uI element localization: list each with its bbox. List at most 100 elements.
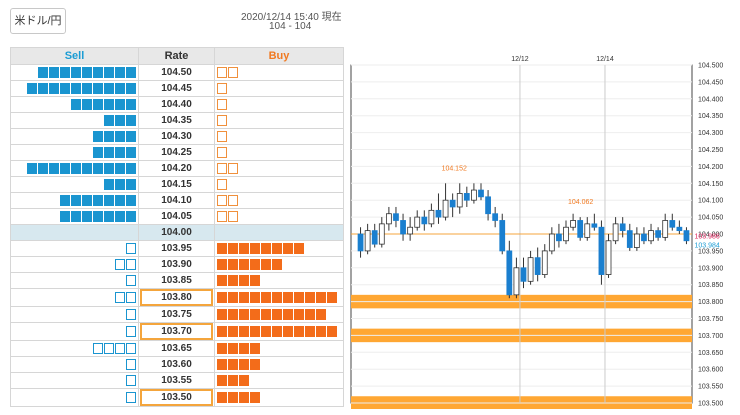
buy-cell [214, 160, 344, 177]
sell-order-marker [126, 359, 136, 370]
buy-position-marker [217, 309, 227, 320]
buy-cell [214, 240, 344, 257]
x-tick-label: 12/12 [511, 56, 529, 63]
buy-position-marker [294, 326, 304, 337]
buy-position-marker [217, 243, 227, 254]
sell-order-marker [115, 343, 125, 354]
buy-position-marker [217, 326, 227, 337]
buy-order-marker [217, 147, 227, 158]
sell-position-marker [104, 147, 114, 158]
sell-order-marker [126, 292, 136, 303]
sell-cell [10, 192, 139, 209]
buy-position-marker [250, 292, 260, 303]
order-book-row: 104.45 [10, 80, 344, 97]
sell-position-marker [115, 115, 125, 126]
y-tick-label: 103.900 [698, 265, 723, 272]
sell-order-marker [115, 292, 125, 303]
price-range: 104 - 104 [269, 21, 312, 32]
order-book-row: 103.50 [10, 388, 344, 407]
sell-position-marker [38, 83, 48, 94]
sell-position-marker [115, 147, 125, 158]
buy-position-marker [272, 309, 282, 320]
sell-position-marker [104, 67, 114, 78]
sell-cell [10, 388, 139, 407]
rate-cell: 104.30 [138, 128, 215, 145]
order-book-row: 103.85 [10, 272, 344, 289]
rate-cell: 103.85 [138, 272, 215, 289]
candle-body [527, 257, 534, 282]
buy-header: Buy [214, 47, 344, 65]
sell-position-marker [126, 67, 136, 78]
order-book-row: 104.15 [10, 176, 344, 193]
rate-cell: 104.10 [138, 192, 215, 209]
buy-order-marker [228, 195, 238, 206]
buy-order-marker [228, 67, 238, 78]
sell-position-marker [115, 179, 125, 190]
sell-position-marker [93, 147, 103, 158]
order-book-row: 104.30 [10, 128, 344, 145]
sell-position-marker [82, 195, 92, 206]
order-book-row: 104.05 [10, 208, 344, 225]
rate-cell: 104.15 [138, 176, 215, 193]
rate-value: 103.65 [161, 343, 192, 354]
candle-body [378, 223, 385, 245]
sell-position-marker [60, 195, 70, 206]
candle-body [563, 226, 569, 242]
buy-cell [214, 64, 344, 81]
sell-position-marker [115, 131, 125, 142]
buy-position-marker [250, 343, 260, 354]
sell-position-marker [49, 67, 59, 78]
buy-cell [214, 372, 344, 389]
y-tick-label: 103.800 [698, 299, 723, 306]
order-book-header: Sell Rate Buy [10, 47, 344, 65]
candle-body [570, 220, 576, 228]
y-tick-label: 103.950 [698, 248, 723, 255]
sell-position-marker [71, 163, 81, 174]
rate-value: 103.70 [140, 323, 213, 340]
sell-position-marker [82, 211, 92, 222]
buy-position-marker [217, 275, 227, 286]
sell-position-marker [126, 195, 136, 206]
sell-position-marker [126, 131, 136, 142]
sell-cell [10, 272, 139, 289]
sell-position-marker [60, 163, 70, 174]
sell-position-marker [104, 179, 114, 190]
sell-position-marker [104, 195, 114, 206]
rate-cell: 103.80 [138, 288, 215, 307]
sell-order-marker [115, 259, 125, 270]
y-tick-label: 104.050 [698, 215, 723, 222]
rate-cell: 103.90 [138, 256, 215, 273]
buy-order-marker [217, 67, 227, 78]
rate-value: 103.85 [161, 275, 192, 286]
sell-cell [10, 340, 139, 357]
buy-order-marker [217, 83, 227, 94]
sell-order-marker [126, 392, 136, 403]
candle-body [605, 240, 612, 275]
currency-pair-button[interactable]: 米ドル/円 [10, 8, 66, 34]
sell-cell [10, 224, 139, 241]
buy-position-marker [239, 243, 249, 254]
buy-position-marker [239, 359, 249, 370]
sell-position-marker [71, 211, 81, 222]
buy-position-marker [272, 243, 282, 254]
sell-cell [10, 160, 139, 177]
buy-order-marker [217, 163, 227, 174]
buy-position-marker [228, 309, 238, 320]
candle-body [400, 220, 406, 235]
rate-value: 104.45 [161, 83, 192, 94]
sell-position-marker [115, 163, 125, 174]
rate-value: 104.20 [161, 163, 192, 174]
candle-body [556, 233, 562, 242]
buy-position-marker [272, 259, 282, 270]
candle-body [393, 213, 399, 221]
candle-body [683, 230, 690, 242]
sell-position-marker [82, 99, 92, 110]
buy-position-marker [272, 326, 282, 337]
candle-body [357, 233, 364, 252]
buy-position-marker [283, 309, 293, 320]
sell-position-marker [104, 99, 114, 110]
candle-body [492, 213, 499, 221]
candle-body [676, 226, 683, 232]
buy-position-marker [228, 243, 238, 254]
buy-cell [214, 208, 344, 225]
